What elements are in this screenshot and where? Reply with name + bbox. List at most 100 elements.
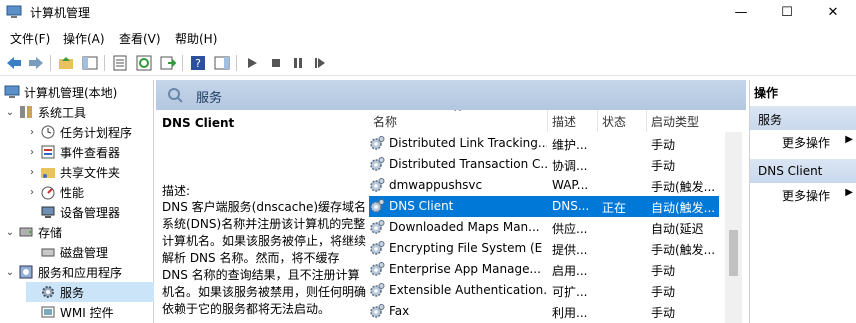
service-row[interactable]: Enterprise App Manage... 启用... 手动 [369,259,719,280]
service-name: Encrypting File System (E [389,241,543,255]
expand-chevron-icon[interactable]: › [26,187,38,198]
action-pane-button[interactable] [212,53,232,73]
more-actions-services[interactable]: 更多操作 ▶ [750,131,856,151]
maximize-button[interactable]: ☐ [764,0,810,24]
tree-root[interactable]: 计算机管理(本地) [2,82,117,102]
service-row[interactable]: Downloaded Maps Man... 供应... 自动(延迟 [369,217,719,238]
expand-chevron-icon[interactable]: › [26,147,38,158]
column-header-description-label: 描述 [552,114,577,129]
properties-button[interactable] [110,53,130,73]
tree-item-label: WMI 控件 [60,305,114,320]
service-gear-icon [370,157,385,171]
tree-item-1[interactable]: › 任务计划程序 [26,122,154,142]
tree-item-label: 性能 [60,185,85,200]
tree-item-5[interactable]: 设备管理器 [26,202,154,222]
clock-icon [41,125,55,139]
service-description: 提供... [552,243,588,257]
tree-item-0[interactable]: ⌄ 系统工具 [4,102,154,122]
service-startup: 手动 [651,159,676,173]
service-startup: 手动(触发... [651,180,716,194]
export-list-button[interactable] [158,53,178,73]
column-header-startup[interactable]: 启动类型 [647,110,725,132]
service-name: dmwappushsvc [389,178,483,192]
stop-icon [272,59,280,67]
service-startup: 自动(触发... [651,201,716,215]
tree-item-10[interactable]: WMI 控件 [26,302,154,322]
tree-item-label: 共享文件夹 [60,165,121,180]
tree-item-9[interactable]: 服务 [26,282,154,302]
stop-service-button[interactable] [266,53,286,73]
help-button[interactable]: ? [188,53,208,73]
back-button[interactable] [4,53,24,73]
service-gear-icon [370,199,385,213]
toolbar: ? [0,50,856,76]
tree-item-3[interactable]: › 共享文件夹 [26,162,154,182]
service-row[interactable]: Extensible Authentication... 可扩... 手动 [369,280,719,301]
service-row[interactable]: Encrypting File System (E 提供... 手动(触发... [369,238,719,259]
scrollbar-thumb[interactable] [729,230,738,276]
restart-service-button[interactable] [310,53,330,73]
tree-item-6[interactable]: ⌄ 存储 [4,222,154,242]
submenu-arrow-icon: ▶ [845,134,853,145]
collapse-chevron-icon[interactable]: ⌄ [4,267,16,278]
service-row[interactable]: dmwappushsvc WAP... 手动(触发... [369,175,719,196]
column-header-status[interactable]: 状态 [598,110,647,132]
service-description: 利用... [552,306,588,320]
shared-folder-icon [41,168,55,178]
tree-item-7[interactable]: 磁盘管理 [26,242,154,262]
close-button[interactable]: ✕ [810,0,856,24]
collapse-chevron-icon[interactable]: ⌄ [4,227,16,238]
menu-action[interactable]: 操作(A) [63,30,105,47]
search-gear-icon [168,88,183,103]
service-description: 维护... [552,138,588,152]
actions-section-dns-client[interactable]: DNS Client [750,159,856,183]
service-name-title: DNS Client [162,116,235,130]
menu-bar: 文件(F) 操作(A) 查看(V) 帮助(H) [0,28,856,48]
service-row[interactable]: Distributed Link Tracking... 维护... 手动 [369,133,719,154]
back-arrow-icon [7,57,21,69]
menu-view[interactable]: 查看(V) [119,30,161,47]
vertical-scrollbar[interactable] [725,132,742,323]
up-folder-button[interactable] [56,53,76,73]
tree-item-label: 服务和应用程序 [38,265,123,280]
tree-item-8[interactable]: ⌄ 服务和应用程序 [4,262,154,282]
service-gear-icon [370,283,385,297]
pause-service-button[interactable] [288,53,308,73]
actions-section-dns-client-label: DNS Client [758,164,823,178]
actions-section-services[interactable]: 服务 [750,106,856,130]
tree-item-2[interactable]: › 事件查看器 [26,142,154,162]
play-icon [248,58,257,68]
forward-button[interactable] [26,53,46,73]
menu-help[interactable]: 帮助(H) [175,30,217,47]
column-header-name-label: 名称 [373,114,398,129]
service-name: Extensible Authentication... [389,283,547,297]
show-hide-tree-button[interactable] [80,53,100,73]
tree-item-label: 服务 [60,285,85,300]
actions-pane: 操作 服务 更多操作 ▶ DNS Client 更多操作 ▶ [749,80,856,323]
event-viewer-icon [41,145,55,159]
more-actions-dns-client[interactable]: 更多操作 ▶ [750,184,856,204]
column-header-status-label: 状态 [602,114,627,129]
window-title: 计算机管理 [30,6,91,20]
storage-icon [19,227,33,237]
properties-icon [113,55,127,71]
service-row[interactable]: Fax 利用... 手动 [369,301,719,322]
disk-icon [41,248,55,257]
refresh-button[interactable] [134,53,154,73]
tree-root-label: 计算机管理(本地) [24,85,118,100]
pause-icon [294,58,302,68]
services-header: 服务 [156,80,746,110]
expand-chevron-icon[interactable]: › [26,127,38,138]
column-header-name[interactable]: 名称 ^ [369,110,548,132]
service-row[interactable]: Distributed Transaction C... 协调... 手动 [369,154,719,175]
collapse-chevron-icon[interactable]: ⌄ [4,107,16,118]
tree-item-4[interactable]: › 性能 [26,182,154,202]
column-header-description[interactable]: 描述 [548,110,598,132]
minimize-button[interactable]: — [718,0,764,24]
tree-item-label: 磁盘管理 [60,245,109,260]
tree-item-label: 设备管理器 [60,205,121,220]
menu-file[interactable]: 文件(F) [10,30,50,47]
start-service-button[interactable] [242,53,262,73]
expand-chevron-icon[interactable]: › [26,167,38,178]
service-row[interactable]: DNS Client DNS... 正在 自动(触发... [369,196,719,217]
